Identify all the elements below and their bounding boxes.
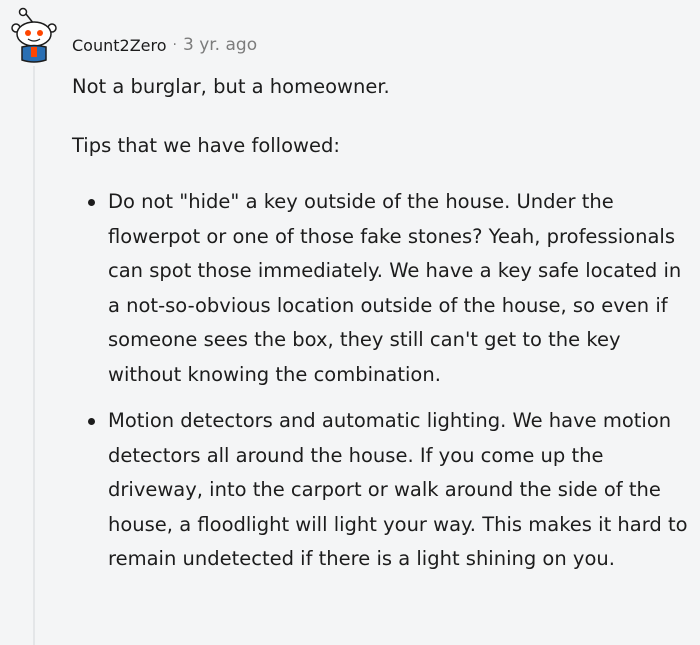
author-username[interactable]: Count2Zero [72, 36, 167, 55]
tips-heading: Tips that we have followed: [72, 133, 340, 157]
list-item: Do not "hide" a key outside of the house… [72, 185, 692, 392]
tip-text: Motion detectors and automatic lighting.… [108, 409, 688, 570]
thread-line[interactable] [33, 66, 35, 645]
tips-list: Do not "hide" a key outside of the house… [72, 185, 692, 577]
meta-separator: · [172, 37, 177, 53]
comment-timestamp[interactable]: 3 yr. ago [183, 35, 257, 55]
bullet-icon [88, 418, 95, 425]
comment-header: Count2Zero · 3 yr. ago [72, 32, 257, 58]
list-item: Motion detectors and automatic lighting.… [72, 404, 692, 577]
bullet-icon [88, 199, 95, 206]
comment-body: Not a burglar, but a homeowner. Tips tha… [72, 70, 692, 577]
tip-text: Do not "hide" a key outside of the house… [108, 190, 682, 386]
user-avatar-icon[interactable] [10, 6, 58, 66]
comment: Count2Zero · 3 yr. ago Not a burglar, bu… [0, 0, 700, 645]
comment-intro: Not a burglar, but a homeowner. [72, 75, 390, 98]
